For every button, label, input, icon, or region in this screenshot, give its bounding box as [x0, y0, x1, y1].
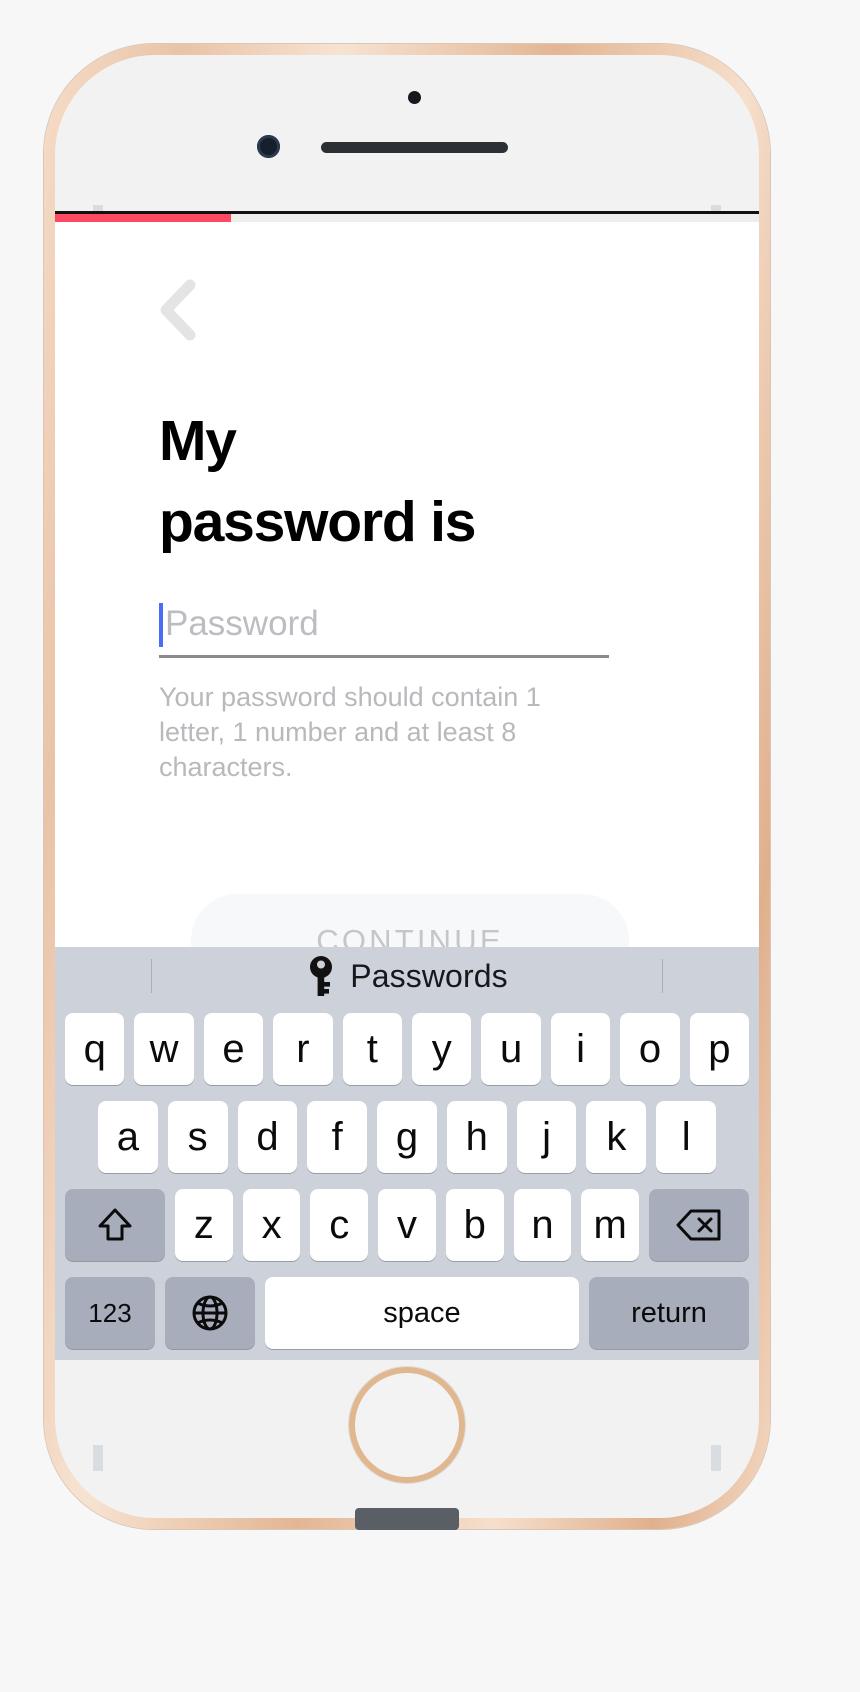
- front-camera-icon: [257, 135, 280, 158]
- phone-body: My password is Your password should cont…: [55, 55, 759, 1530]
- password-input[interactable]: [159, 604, 609, 644]
- key-m[interactable]: m: [581, 1189, 640, 1261]
- suggestion-divider: [662, 959, 663, 993]
- key-d[interactable]: d: [237, 1101, 298, 1173]
- key-p[interactable]: p: [689, 1013, 750, 1085]
- key-r[interactable]: r: [273, 1013, 333, 1085]
- key-b[interactable]: b: [445, 1189, 504, 1261]
- password-input-row[interactable]: [159, 593, 609, 655]
- passwords-suggestion-label: Passwords: [350, 957, 508, 994]
- password-field-group: Your password should contain 1 letter, 1…: [159, 593, 609, 784]
- backspace-icon: [675, 1207, 723, 1243]
- key-g[interactable]: g: [377, 1101, 437, 1173]
- key-v[interactable]: v: [378, 1189, 436, 1261]
- shift-key[interactable]: [65, 1189, 165, 1261]
- key-f[interactable]: f: [307, 1101, 368, 1173]
- back-button[interactable]: [147, 279, 209, 341]
- passwords-suggestion-button[interactable]: Passwords: [306, 955, 508, 997]
- key-s[interactable]: s: [167, 1101, 228, 1173]
- key-w[interactable]: w: [134, 1013, 194, 1085]
- antenna-band: [711, 1445, 721, 1471]
- key-h[interactable]: h: [446, 1101, 507, 1173]
- signup-progress-fill: [55, 214, 231, 222]
- key-t[interactable]: t: [342, 1013, 403, 1085]
- page-title: My password is: [159, 409, 476, 554]
- home-button[interactable]: [349, 1367, 465, 1483]
- chevron-left-icon: [158, 279, 198, 341]
- return-key[interactable]: return: [589, 1277, 749, 1349]
- key-i[interactable]: i: [550, 1013, 611, 1085]
- key-o[interactable]: o: [620, 1013, 680, 1085]
- space-key[interactable]: space: [265, 1277, 579, 1349]
- shift-icon: [95, 1205, 135, 1245]
- earpiece-speaker: [321, 142, 508, 153]
- key-a[interactable]: a: [98, 1101, 158, 1173]
- backspace-key[interactable]: [649, 1189, 750, 1261]
- keyboard-suggestion-bar: Passwords: [55, 947, 759, 1005]
- keyboard-row-2: a s d f g h j k l: [55, 1093, 759, 1181]
- key-u[interactable]: u: [481, 1013, 541, 1085]
- key-l[interactable]: l: [656, 1101, 717, 1173]
- signup-progress-bar: [55, 214, 759, 222]
- keyboard-row-4: 123 space return: [55, 1269, 759, 1357]
- key-e[interactable]: e: [203, 1013, 264, 1085]
- key-y[interactable]: y: [412, 1013, 472, 1085]
- key-j[interactable]: j: [516, 1101, 577, 1173]
- on-screen-keyboard: Passwords q w e r t y u i o p a s d f g …: [55, 947, 759, 1360]
- suggestion-divider: [151, 959, 152, 993]
- key-c[interactable]: c: [310, 1189, 369, 1261]
- phone-frame: My password is Your password should cont…: [44, 44, 770, 1530]
- keyboard-row-3: z x c v b n m: [55, 1181, 759, 1269]
- key-z[interactable]: z: [175, 1189, 233, 1261]
- password-input-underline: [159, 655, 609, 658]
- phone-screen: My password is Your password should cont…: [55, 211, 759, 1360]
- antenna-band: [93, 1445, 103, 1471]
- bottom-connector: [355, 1508, 459, 1530]
- key-icon: [306, 955, 336, 997]
- globe-key[interactable]: [165, 1277, 255, 1349]
- text-caret: [159, 603, 163, 647]
- numbers-key[interactable]: 123: [65, 1277, 155, 1349]
- key-q[interactable]: q: [65, 1013, 125, 1085]
- proximity-sensor-icon: [408, 91, 421, 104]
- keyboard-row-1: q w e r t y u i o p: [55, 1005, 759, 1093]
- key-k[interactable]: k: [586, 1101, 647, 1173]
- key-n[interactable]: n: [513, 1189, 572, 1261]
- globe-icon: [190, 1293, 230, 1333]
- key-x[interactable]: x: [242, 1189, 301, 1261]
- password-hint-text: Your password should contain 1 letter, 1…: [159, 682, 541, 782]
